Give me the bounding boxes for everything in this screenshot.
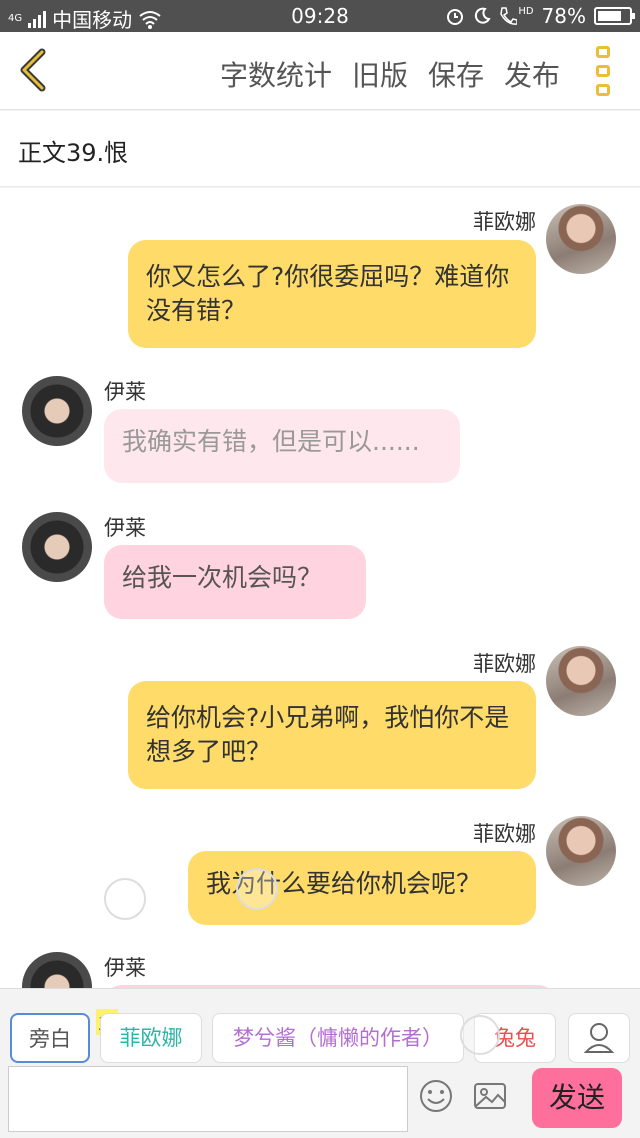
avatar-eli[interactable] [22,952,92,988]
moon-icon [475,7,491,24]
chat-area[interactable]: 菲欧娜 你又怎么了?你很委屈吗？难道你没有错？ 伊莱 我确实有错，但是可以...… [0,188,640,988]
chapter-title-bar[interactable]: 正文39.恨 [0,111,640,187]
message-input[interactable] [8,1066,408,1132]
battery-percent: 78% [541,4,586,28]
top-navigation: 字数统计 旧版 保存 发布 [0,32,640,110]
touch-indicator [104,878,146,920]
avatar-eli[interactable] [22,376,92,446]
status-bar: 4G 中国移动 09:28 HD 78% [0,0,640,32]
add-character-button[interactable] [568,1013,630,1063]
user-icon [583,1023,615,1053]
back-chevron-icon[interactable] [14,48,54,92]
alarm-icon [447,9,464,25]
battery-icon [594,7,635,25]
message-bubble[interactable]: 给我一次机会吗？ [104,545,366,619]
speaker-name: 伊莱 [104,956,146,980]
send-button[interactable]: 发送 [532,1068,622,1128]
chapter-title: 正文39.恨 [18,139,129,167]
status-right: HD 78% [445,4,635,28]
input-bar: 发送 [0,1064,640,1138]
role-narration-button[interactable]: 旁白 [10,1013,90,1063]
speaker-name: 伊莱 [104,516,146,540]
toolbar-actions: 字数统计 旧版 保存 发布 [220,54,560,94]
old-version-button[interactable]: 旧版 [352,54,408,94]
role-selector-bar: 旁白 主 菲欧娜 梦兮酱（慵懒的作者） 兔兔 [0,988,640,1064]
hd-label: HD [518,6,534,17]
avatar-fiona[interactable] [546,816,616,886]
avatar-eli[interactable] [22,512,92,582]
image-icon[interactable] [472,1078,508,1114]
message-bubble[interactable]: 你又怎么了?你很委屈吗？难道你没有错？ [128,240,536,348]
emoji-icon[interactable] [418,1078,454,1114]
battery-level [598,11,622,21]
touch-indicator [460,1015,500,1055]
speaker-name: 菲欧娜 [473,652,536,676]
speaker-name: 菲欧娜 [473,210,536,234]
message-bubble[interactable]: 我确实有错，但是可以...... [104,409,460,483]
role-fiona-button[interactable]: 菲欧娜 [100,1013,202,1063]
avatar-fiona[interactable] [546,204,616,274]
role-author-button[interactable]: 梦兮酱（慵懒的作者） [212,1013,464,1063]
save-button[interactable]: 保存 [428,54,484,94]
message-bubble[interactable]: 给你机会?小兄弟啊，我怕你不是想多了吧？ [128,681,536,789]
more-menu-icon[interactable] [596,46,614,96]
publish-button[interactable]: 发布 [504,54,560,94]
speaker-name: 菲欧娜 [473,822,536,846]
touch-indicator [236,868,278,910]
speaker-name: 伊莱 [104,380,146,404]
hd-call-icon: HD [499,6,534,26]
avatar-fiona[interactable] [546,646,616,716]
word-count-button[interactable]: 字数统计 [220,54,332,94]
